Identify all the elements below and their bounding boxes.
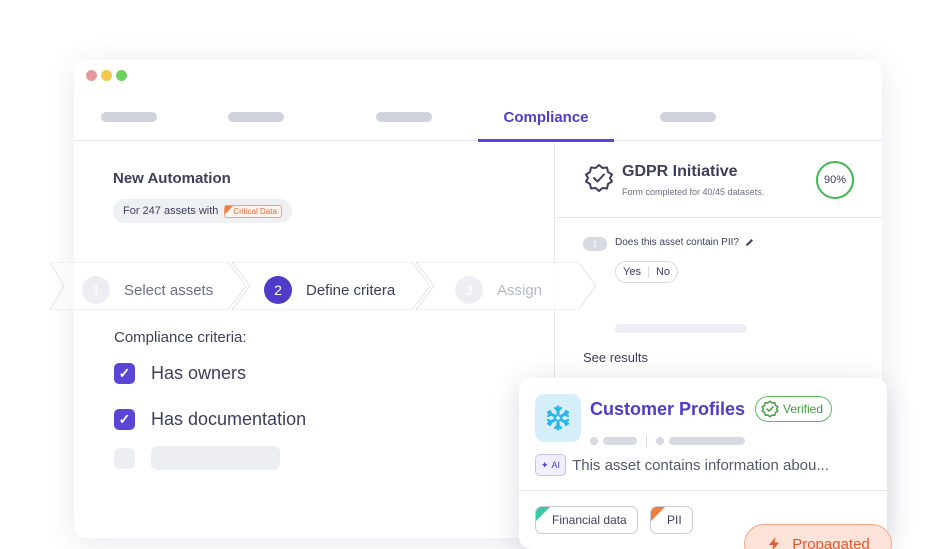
verified-check-icon — [761, 400, 779, 418]
verified-label: Verified — [783, 402, 824, 416]
step-number: 1 — [82, 276, 110, 304]
criteria-item-documentation[interactable]: ✓ Has documentation — [114, 409, 306, 430]
criteria-item-label: Has owners — [151, 363, 247, 383]
ai-summary-text: This asset contains information abou... — [572, 456, 829, 474]
step-label: Select assets — [124, 281, 214, 299]
snowflake-icon — [535, 394, 581, 442]
gdpr-title: GDPR Initiative — [622, 163, 738, 180]
criteria-label: Compliance criteria: — [114, 329, 247, 346]
step-assign[interactable]: 3 Assign — [455, 276, 542, 304]
gdpr-subtitle: Form completed for 40/45 datasets. — [622, 187, 765, 197]
tab-placeholder-3[interactable] — [376, 112, 432, 122]
badge-check-icon — [585, 164, 613, 192]
pencil-icon[interactable] — [745, 238, 754, 247]
question-number-badge: 1 — [583, 237, 607, 251]
yes-no-toggle: Yes No — [615, 261, 679, 283]
propagated-label: Propagated — [792, 535, 870, 549]
section-divider — [555, 217, 882, 218]
yes-option[interactable]: Yes — [616, 266, 649, 278]
step-number: 3 — [455, 276, 483, 304]
tag-color-corner — [651, 507, 665, 521]
sparkle-icon: ✦ — [541, 459, 549, 470]
step-label: Define critera — [306, 281, 396, 299]
see-results-link[interactable]: See results — [583, 350, 648, 365]
asset-meta-placeholder — [590, 435, 745, 447]
tab-placeholder-5[interactable] — [660, 112, 716, 122]
tab-compliance[interactable]: Compliance — [478, 96, 614, 142]
tag-financial-data[interactable]: Financial data — [535, 506, 638, 534]
scope-chip: For 247 assets with Critical Data — [113, 199, 292, 223]
step-label: Assign — [497, 281, 543, 299]
minimize-window-button[interactable] — [101, 70, 112, 81]
tag-label: PII — [667, 513, 682, 527]
propagated-badge[interactable]: Propagated — [744, 524, 892, 549]
checkbox-checked-icon[interactable]: ✓ — [114, 409, 135, 430]
skeleton-line — [615, 324, 747, 333]
no-option[interactable]: No — [649, 266, 677, 278]
window-controls — [86, 70, 127, 81]
stepper: 1 Select assets 2 Define critera 3 Assig… — [50, 262, 610, 310]
verified-badge: Verified — [755, 396, 833, 422]
tag-label: Financial data — [552, 513, 627, 527]
criteria-item-owners[interactable]: ✓ Has owners — [114, 363, 246, 384]
checkbox-empty-icon[interactable] — [114, 447, 135, 469]
critical-data-tag: Critical Data — [224, 204, 282, 218]
question-text: Does this asset contain PII? — [615, 237, 739, 248]
question-row: Does this asset contain PII? — [615, 237, 754, 248]
tab-placeholder-2[interactable] — [228, 112, 284, 122]
tag-color-corner — [536, 507, 550, 521]
asset-title[interactable]: Customer Profiles — [590, 399, 745, 420]
ai-badge[interactable]: ✦ AI — [535, 454, 567, 476]
step-number: 2 — [264, 276, 292, 304]
step-select-assets[interactable]: 1 Select assets — [82, 276, 213, 304]
criteria-item-label: Has documentation — [151, 409, 307, 429]
tab-placeholder-1[interactable] — [101, 112, 157, 122]
completion-percent-ring: 90% — [816, 161, 854, 199]
criteria-item-placeholder — [114, 446, 280, 470]
lightning-icon — [769, 537, 780, 549]
tag-pii[interactable]: PII — [650, 506, 693, 534]
maximize-window-button[interactable] — [116, 70, 127, 81]
skeleton-bar — [151, 446, 280, 470]
ai-summary-row: ✦ AI This asset contains information abo… — [535, 454, 829, 476]
automation-title: New Automation — [113, 170, 231, 187]
card-divider — [519, 490, 887, 491]
checkbox-checked-icon[interactable]: ✓ — [114, 363, 135, 384]
close-window-button[interactable] — [86, 70, 97, 81]
step-define-criteria[interactable]: 2 Define critera — [264, 276, 395, 304]
scope-text: For 247 assets with — [123, 205, 219, 217]
ai-badge-label: AI — [551, 460, 561, 470]
